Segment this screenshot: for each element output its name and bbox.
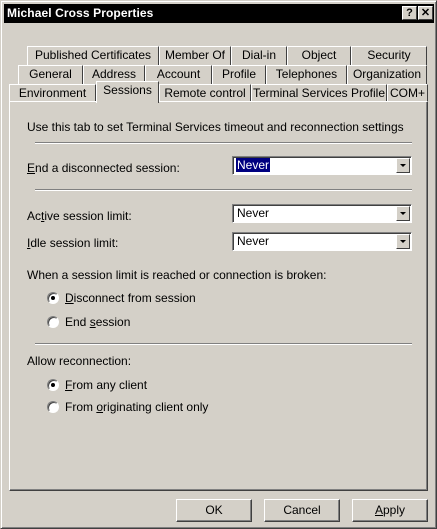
tab-dial-in[interactable]: Dial-in (231, 46, 287, 65)
active-limit-label: Active session limit: (27, 209, 132, 223)
disconnect-radio-label[interactable]: Disconnect from session (65, 291, 196, 305)
help-button[interactable]: ? (402, 6, 417, 20)
separator (35, 343, 412, 345)
active-limit-value: Never (237, 206, 270, 220)
end-disconnected-label: End a disconnected session: (27, 161, 180, 175)
disconnect-radio[interactable] (47, 292, 59, 304)
end-disconnected-select[interactable]: Never (232, 156, 412, 175)
end-session-radio[interactable] (47, 316, 59, 328)
cancel-button[interactable]: Cancel (264, 499, 340, 522)
idle-limit-value: Never (237, 234, 270, 248)
allow-reconnection-label: Allow reconnection: (27, 354, 132, 368)
originating-client-radio[interactable] (47, 401, 59, 413)
tab-member-of[interactable]: Member Of (159, 46, 231, 65)
apply-button[interactable]: Apply (352, 499, 428, 522)
intro-text: Use this tab to set Terminal Services ti… (27, 120, 404, 134)
title-bar[interactable]: Michael Cross Properties ? ✕ (4, 4, 434, 23)
properties-dialog: Michael Cross Properties ? ✕ Published C… (0, 0, 437, 529)
tab-security[interactable]: Security (351, 46, 427, 65)
from-any-client-radio[interactable] (47, 379, 59, 391)
separator (35, 189, 412, 191)
chevron-down-icon[interactable] (396, 158, 410, 173)
ok-button[interactable]: OK (176, 499, 252, 522)
end-disconnected-value: Never (236, 158, 271, 172)
separator (35, 142, 412, 144)
tab-object[interactable]: Object (287, 46, 351, 65)
from-any-client-radio-label[interactable]: From any client (65, 378, 147, 392)
idle-limit-label: Idle session limit: (27, 236, 119, 250)
tab-profile[interactable]: Profile (212, 65, 266, 84)
originating-client-radio-label[interactable]: From originating client only (65, 400, 208, 414)
tab-telephones[interactable]: Telephones (266, 65, 347, 84)
end-session-radio-label[interactable]: End session (65, 315, 130, 329)
active-limit-select[interactable]: Never (232, 204, 412, 223)
limit-reached-label: When a session limit is reached or conne… (27, 268, 327, 282)
tab-sessions[interactable]: Sessions (96, 81, 159, 103)
tab-published-certificates[interactable]: Published Certificates (27, 46, 159, 65)
window-title: Michael Cross Properties (7, 6, 154, 20)
tab-general[interactable]: General (18, 65, 83, 84)
chevron-down-icon[interactable] (396, 206, 410, 221)
close-button[interactable]: ✕ (418, 6, 433, 20)
sessions-panel: Use this tab to set Terminal Services ti… (9, 101, 428, 491)
chevron-down-icon[interactable] (396, 234, 410, 249)
idle-limit-select[interactable]: Never (232, 232, 412, 251)
tab-organization[interactable]: Organization (347, 65, 427, 84)
